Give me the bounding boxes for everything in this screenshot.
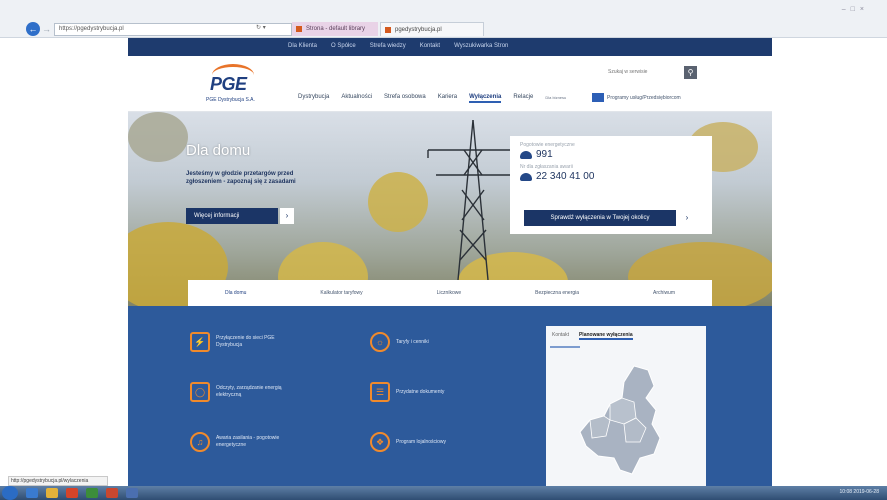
favicon-icon [296,26,302,32]
map-tabs: Kontakt Planowane wyłączenia [552,332,633,340]
mainnav-item[interactable]: Dystrybucja [298,94,329,103]
check-outages-button[interactable]: Sprawdź wyłączenia w Twojej okolicy [524,210,676,226]
mainnav-item[interactable]: Relacje [513,94,533,103]
refresh-icon[interactable]: ↻ ▾ [256,24,266,31]
ie-icon[interactable] [26,488,38,498]
tab-item[interactable]: Bezpieczna energia [535,290,579,296]
hero-more-button[interactable]: Więcej informacji [186,208,278,224]
status-url: http://pgedystrybucja.pl/wylaczenia [8,476,108,486]
program-link[interactable]: Programy usług/Przedsiębiorcom [592,92,692,103]
window-controls[interactable]: –□× [842,6,869,13]
service-link[interactable]: ♫ Awaria zasilania - pogotowie energetyc… [190,432,286,452]
browser-toolbar: ← → https://pgedystrybucja.pl ↻ ▾ Strona… [0,0,887,38]
emergency-label: Pogotowie energetyczne [520,142,575,148]
failure-number[interactable]: 22 340 41 00 [536,171,594,182]
mainnav-category[interactable]: Dla biznesu [545,95,566,103]
service-link[interactable]: ☰ Przydatne dokumenty [370,382,466,402]
search-button[interactable]: ⚲ [684,66,697,79]
search-input[interactable] [608,66,682,78]
folder-icon[interactable] [46,488,58,498]
region-map[interactable] [576,362,676,482]
topnav-item[interactable]: O Spółce [331,43,356,49]
program-icon [592,93,604,102]
tab-dla-domu[interactable]: Dla domu [225,290,246,296]
meter-icon: ◯ [190,382,210,402]
tab-kontakt[interactable]: Kontakt [552,332,569,340]
forward-button[interactable]: → [42,24,52,34]
service-link[interactable]: ⚡ Przyłączenie do sieci PGE Dystrybucja [190,332,286,352]
start-button[interactable] [2,486,18,500]
mainnav-item-active[interactable]: Wyłączenia [469,94,502,103]
document-icon: ☰ [370,382,390,402]
bell-icon: ♫ [190,432,210,452]
service-link[interactable]: ◯ Odczyty, zarządzanie energią elektrycz… [190,382,286,402]
phone-icon [520,150,532,159]
chevron-right-icon[interactable]: › [680,210,694,226]
mainnav-item[interactable]: Aktualności [341,94,372,103]
tab-underline [550,346,580,348]
topnav-item[interactable]: Dla Klienta [288,43,317,49]
plug-icon: ⚡ [190,332,210,352]
emergency-number[interactable]: 991 [536,149,553,160]
system-tray-clock[interactable]: 10:08 2019-06-28 [840,489,879,495]
phone-icon [520,172,532,181]
bulb-icon: ☼ [370,332,390,352]
media-icon[interactable] [66,488,78,498]
main-navigation: Dystrybucja Aktualności Strefa osobowa K… [298,94,566,103]
top-bar: Dla Klienta O Spółce Strefa wiedzy Konta… [128,38,772,56]
topnav-item[interactable]: Kontakt [420,43,440,49]
outages-map-card: Kontakt Planowane wyłączenia [546,326,706,486]
website: Dla Klienta O Spółce Strefa wiedzy Konta… [128,38,772,486]
app-icon[interactable] [106,488,118,498]
browser-tab[interactable]: Strona - default library [292,22,378,36]
chevron-right-icon[interactable]: › [280,208,294,224]
mainnav-item[interactable]: Kariera [438,94,457,103]
tab-item[interactable]: Licznikowe [437,290,461,296]
browser-tab-active[interactable]: pgedystrybucja.pl [380,22,484,36]
hero-title: Dla domu [186,142,251,159]
taskbar: 10:08 2019-06-28 [0,486,887,500]
app-icon[interactable] [126,488,138,498]
hero-text: Jesteśmy w głodzie przetargów przed zgło… [186,171,296,185]
back-button[interactable]: ← [26,22,40,36]
service-link[interactable]: ☼ Taryfy i cenniki [370,332,466,352]
emergency-info-box: Pogotowie energetyczne 991 Nr dla zgłasz… [510,136,712,234]
section-tabs: Dla domu Kalkulator taryfowy Licznikowe … [188,280,712,306]
tab-item[interactable]: Archiwum [653,290,675,296]
topnav-item[interactable]: Strefa wiedzy [370,43,406,49]
gift-icon: ❖ [370,432,390,452]
mainnav-item[interactable]: Strefa osobowa [384,94,426,103]
failure-label: Nr dla zgłaszania awarii [520,164,573,170]
tab-planned-outages[interactable]: Planowane wyłączenia [578,332,633,340]
app-icon[interactable] [86,488,98,498]
pge-logo[interactable]: PGE PGE Dystrybucja S.A. [206,64,266,104]
topnav-item[interactable]: Wyszukiwarka Stron [454,43,508,49]
favicon-icon [385,27,391,33]
site-header: PGE PGE Dystrybucja S.A. ⚲ Dystrybucja A… [128,56,772,112]
service-link[interactable]: ❖ Program lojalnościowy [370,432,466,452]
tab-item[interactable]: Kalkulator taryfowy [320,290,362,296]
top-navigation: Dla Klienta O Spółce Strefa wiedzy Konta… [288,43,508,49]
